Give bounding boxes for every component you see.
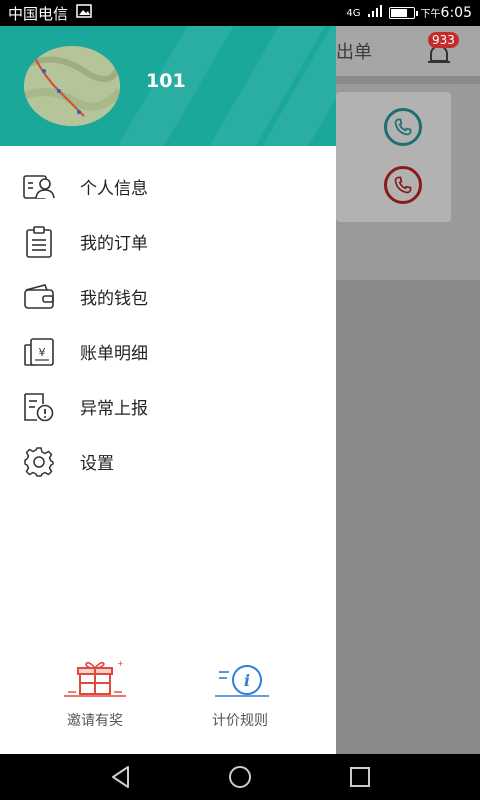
home-icon[interactable] — [227, 764, 253, 790]
background-tab: 出单 — [336, 42, 372, 63]
gift-icon: + — [62, 658, 128, 704]
wallet-icon — [22, 280, 56, 314]
menu-item-settings[interactable]: 设置 — [0, 434, 336, 489]
menu-item-my-orders[interactable]: 我的订单 — [0, 214, 336, 269]
clipboard-icon — [22, 225, 56, 259]
back-icon[interactable] — [108, 764, 134, 790]
invite-reward-button[interactable]: + 邀请有奖 — [40, 658, 150, 730]
gear-icon — [22, 445, 56, 479]
network-type: 4G — [346, 7, 361, 19]
recent-apps-icon[interactable] — [347, 764, 373, 790]
time-prefix: 下午 — [420, 9, 441, 20]
system-navigation-bar — [0, 754, 480, 800]
menu-item-label: 我的订单 — [80, 234, 148, 254]
menu-item-my-wallet[interactable]: 我的钱包 — [0, 269, 336, 324]
phone-hangup-icon[interactable] — [384, 166, 422, 204]
navigation-drawer: 101 个人信息 我的订单 我的钱包 ¥ 账单明细 异常上报 设置 + 邀请有奖… — [0, 26, 336, 754]
invite-reward-label: 邀请有奖 — [67, 713, 123, 729]
notification-badge: 933 — [428, 32, 459, 48]
svg-text:i: i — [244, 671, 250, 690]
avatar[interactable] — [24, 46, 120, 126]
bill-icon: ¥ — [22, 335, 56, 369]
carrier-name: 中国电信 — [8, 4, 69, 23]
drawer-header: 101 — [0, 26, 336, 146]
personal-info-icon — [22, 170, 56, 204]
menu-item-label: 个人信息 — [80, 179, 148, 199]
status-bar: 中国电信 4G 下午6:05 — [0, 0, 480, 26]
drawer-bottom-actions: + 邀请有奖 i 计价规则 — [0, 658, 336, 748]
menu-item-exception-report[interactable]: 异常上报 — [0, 379, 336, 434]
signal-icon — [367, 4, 383, 22]
menu-item-label: 设置 — [80, 454, 114, 474]
svg-text:¥: ¥ — [39, 346, 46, 359]
drawer-menu: 个人信息 我的订单 我的钱包 ¥ 账单明细 异常上报 设置 — [0, 159, 336, 489]
phone-call-icon[interactable] — [384, 108, 422, 146]
menu-item-label: 账单明细 — [80, 344, 148, 364]
pricing-rules-button[interactable]: i 计价规则 — [185, 658, 295, 730]
menu-item-label: 异常上报 — [80, 399, 148, 419]
clock: 6:05 — [440, 5, 472, 21]
info-icon: i — [207, 658, 273, 704]
menu-item-personal-info[interactable]: 个人信息 — [0, 159, 336, 214]
svg-text:+: + — [117, 659, 124, 668]
pricing-rules-label: 计价规则 — [212, 713, 268, 729]
image-notification-icon — [76, 4, 92, 22]
username: 101 — [146, 70, 186, 92]
battery-icon — [388, 7, 418, 19]
menu-item-bill-details[interactable]: ¥ 账单明细 — [0, 324, 336, 379]
report-warning-icon — [22, 390, 56, 424]
menu-item-label: 我的钱包 — [80, 289, 148, 309]
